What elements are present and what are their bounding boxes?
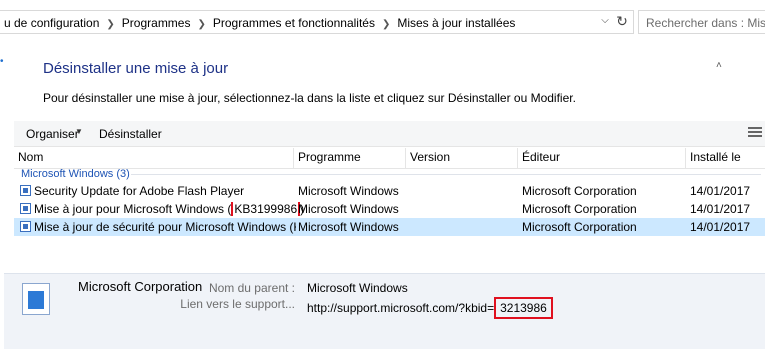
breadcrumb-item-programs[interactable]: Programmes [122,16,191,30]
nav-pane-edge-icon: • [0,56,4,67]
column-divider[interactable] [405,148,406,168]
column-divider[interactable] [685,148,686,168]
dropdown-arrow-icon[interactable]: ▼ [75,127,83,136]
chevron-down-icon[interactable]: ⌵ [598,15,612,29]
page-title: Désinstaller une mise à jour [43,60,229,77]
support-label: Lien vers le support... [180,297,295,311]
parent-value: Microsoft Windows [307,281,408,295]
cell-program: Microsoft Windows [298,220,399,234]
update-icon [20,185,31,196]
breadcrumb: u de configuration ❯ Programmes ❯ Programmes… [4,16,515,30]
group-divider [131,174,761,175]
kb-highlight: KB3199986 [231,202,301,216]
cell-program: Microsoft Windows [298,184,399,198]
search-input[interactable]: Rechercher dans : Mises à [638,10,765,34]
cell-installed: 14/01/2017 [690,202,751,216]
column-divider[interactable] [517,148,518,168]
parent-label: Nom du parent : [208,281,295,295]
uninstall-button[interactable]: Désinstaller [99,127,162,141]
column-divider[interactable] [293,148,294,168]
cell-publisher: Microsoft Corporation [522,184,637,198]
chevron-right-icon[interactable]: ❯ [106,19,114,30]
breadcrumb-item-programs-features[interactable]: Programmes et fonctionnalités [213,16,375,30]
column-header-name[interactable]: Nom [18,150,43,170]
cell-installed: 14/01/2017 [690,220,751,234]
update-icon [20,221,31,232]
cell-name: Mise à jour de sécurité pour Microsoft W… [34,220,296,234]
cell-name: Security Update for Adobe Flash Player [34,184,245,198]
page-description: Pour désinstaller une mise à jour, sélec… [43,91,576,105]
cell-name-prefix: Mise à jour pour Microsoft Windows ( [34,202,232,216]
table-row-selected[interactable]: Mise à jour de sécurité pour Microsoft W… [14,218,765,236]
update-package-icon [22,283,50,315]
column-header-publisher[interactable]: Éditeur [522,150,560,170]
update-icon [20,203,31,214]
cell-publisher: Microsoft Corporation [522,220,637,234]
chevron-right-icon[interactable]: ❯ [382,19,390,30]
table-row[interactable]: Mise à jour pour Microsoft Windows (KB31… [14,200,765,218]
kbid-highlight[interactable]: 3213986 [494,297,553,319]
column-header-installed[interactable]: Installé le [690,150,741,170]
breadcrumb-item-control-panel[interactable]: u de configuration [4,16,99,30]
group-header[interactable]: Microsoft Windows (3) [21,168,130,180]
cell-publisher: Microsoft Corporation [522,202,637,216]
support-link[interactable]: http://support.microsoft.com/?kbid= 32139… [307,297,553,319]
table-row[interactable]: Security Update for Adobe Flash Player M… [14,182,765,200]
chevron-up-icon[interactable]: ˄ [716,60,722,71]
support-link-prefix[interactable]: http://support.microsoft.com/?kbid= [307,301,494,315]
cell-installed: 14/01/2017 [690,184,751,198]
refresh-icon[interactable]: ↻ [614,13,630,31]
cell-name: Mise à jour pour Microsoft Windows (KB31… [34,202,304,216]
view-options-icon[interactable] [748,125,762,139]
column-header-version[interactable]: Version [410,150,450,170]
breadcrumb-item-installed-updates[interactable]: Mises à jour installées [397,16,515,30]
cell-program: Microsoft Windows [298,202,399,216]
chevron-right-icon[interactable]: ❯ [197,19,205,30]
organize-button[interactable]: Organiser [26,127,79,141]
column-header-program[interactable]: Programme [298,150,361,170]
